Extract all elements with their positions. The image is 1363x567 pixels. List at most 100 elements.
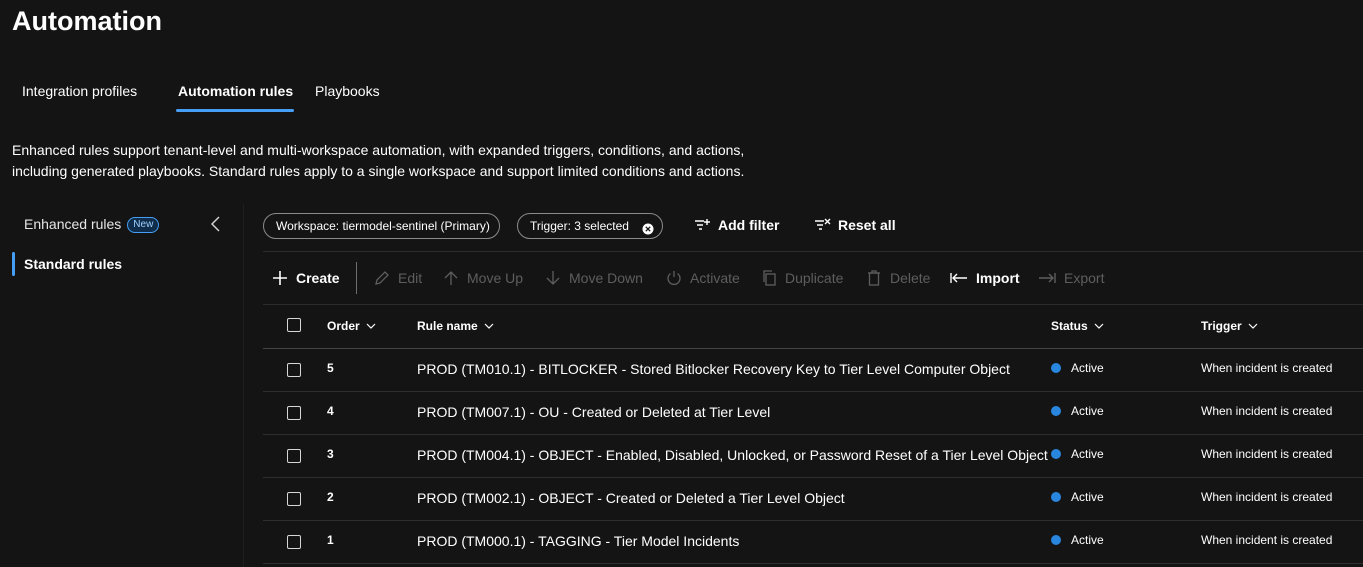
row-rule-name[interactable]: PROD (TM000.1) - TAGGING - Tier Model In…: [417, 533, 739, 549]
row-rule-name[interactable]: PROD (TM002.1) - OBJECT - Created or Del…: [417, 490, 845, 506]
arrow-right-bar-icon: [1039, 273, 1056, 283]
table-header: Order Rule name Status Trigger: [263, 305, 1363, 349]
page-description: Enhanced rules support tenant-level and …: [12, 140, 772, 182]
table-row[interactable]: 4 PROD (TM007.1) - OU - Created or Delet…: [263, 391, 1363, 435]
clear-filter-icon[interactable]: [642, 219, 654, 235]
arrow-up-icon: [444, 271, 458, 285]
table-row[interactable]: 3 PROD (TM004.1) - OBJECT - Enabled, Dis…: [263, 434, 1363, 478]
column-label: Trigger: [1201, 319, 1242, 333]
status-active-dot: [1051, 449, 1061, 459]
create-button[interactable]: Create: [272, 268, 340, 288]
row-trigger: When incident is created: [1201, 533, 1333, 547]
column-header-trigger[interactable]: Trigger: [1201, 319, 1258, 333]
row-rule-name[interactable]: PROD (TM007.1) - OU - Created or Deleted…: [417, 404, 770, 420]
row-trigger: When incident is created: [1201, 490, 1333, 504]
nav-divider: [243, 204, 244, 567]
status-active-dot: [1051, 406, 1061, 416]
delete-button[interactable]: Delete: [866, 268, 930, 288]
chevron-down-icon: [484, 323, 494, 329]
row-order: 5: [327, 361, 334, 375]
row-checkbox[interactable]: [287, 449, 301, 463]
row-status: Active: [1051, 490, 1104, 504]
power-icon: [667, 271, 681, 285]
status-label: Active: [1071, 404, 1104, 418]
row-trigger: When incident is created: [1201, 361, 1333, 375]
workspace-filter-label: Workspace: tiermodel-sentinel (Primary): [276, 219, 490, 233]
edit-button[interactable]: Edit: [374, 268, 422, 288]
table-row[interactable]: 1 PROD (TM000.1) - TAGGING - Tier Model …: [263, 520, 1363, 564]
edit-label: Edit: [398, 270, 423, 286]
column-header-order[interactable]: Order: [327, 319, 376, 333]
chevron-down-icon: [1094, 323, 1104, 329]
workspace-filter-pill[interactable]: Workspace: tiermodel-sentinel (Primary): [263, 213, 500, 239]
row-rule-name[interactable]: PROD (TM010.1) - BITLOCKER - Stored Bitl…: [417, 361, 1010, 377]
nav-item-enhanced-rules[interactable]: Enhanced rules New: [24, 216, 160, 233]
status-label: Active: [1071, 490, 1104, 504]
import-label: Import: [976, 270, 1020, 286]
nav-selected-indicator: [12, 252, 15, 276]
nav-item-label: Enhanced rules: [24, 216, 122, 232]
status-active-dot: [1051, 363, 1061, 373]
arrow-down-icon: [546, 271, 560, 285]
status-active-dot: [1051, 492, 1061, 502]
row-checkbox[interactable]: [287, 535, 301, 549]
import-button[interactable]: Import: [950, 268, 1020, 288]
row-checkbox[interactable]: [287, 406, 301, 420]
tab-automation-rules[interactable]: Automation rules: [178, 83, 293, 99]
description-line-1: Enhanced rules support tenant-level and …: [12, 142, 745, 158]
page-title: Automation: [12, 6, 162, 36]
export-label: Export: [1064, 270, 1105, 286]
row-order: 1: [327, 533, 334, 547]
row-status: Active: [1051, 533, 1104, 547]
reset-all-button[interactable]: Reset all: [814, 217, 896, 233]
tab-integration-profiles[interactable]: Integration profiles: [22, 83, 137, 99]
create-label: Create: [296, 270, 340, 286]
move-up-button[interactable]: Move Up: [443, 268, 523, 288]
row-checkbox[interactable]: [287, 492, 301, 506]
tab-playbooks[interactable]: Playbooks: [315, 83, 380, 99]
filter-divider: [263, 251, 1363, 252]
toolbar-separator: [356, 262, 357, 294]
add-filter-label: Add filter: [718, 217, 780, 233]
rules-nav: Enhanced rules New Standard rules: [0, 204, 244, 567]
table-row[interactable]: 2 PROD (TM002.1) - OBJECT - Created or D…: [263, 477, 1363, 521]
column-header-rule-name[interactable]: Rule name: [417, 319, 494, 333]
select-all-checkbox[interactable]: [287, 318, 301, 332]
add-filter-button[interactable]: Add filter: [694, 217, 779, 233]
delete-label: Delete: [890, 270, 931, 286]
add-filter-icon: [695, 219, 710, 230]
copy-icon: [763, 270, 776, 286]
move-down-button[interactable]: Move Down: [545, 268, 643, 288]
row-status: Active: [1051, 447, 1104, 461]
move-up-label: Move Up: [467, 270, 524, 286]
plus-icon: [273, 271, 287, 285]
row-rule-name[interactable]: PROD (TM004.1) - OBJECT - Enabled, Disab…: [417, 447, 1048, 463]
move-down-label: Move Down: [569, 270, 643, 286]
column-label: Status: [1051, 319, 1088, 333]
trash-icon: [868, 270, 880, 286]
status-label: Active: [1071, 361, 1104, 375]
row-checkbox[interactable]: [287, 363, 301, 377]
activate-button[interactable]: Activate: [666, 268, 740, 288]
chevron-down-icon: [366, 323, 376, 329]
duplicate-button[interactable]: Duplicate: [761, 268, 843, 288]
active-tab-indicator: [176, 109, 294, 112]
description-line-2: including generated playbooks. Standard …: [12, 163, 745, 179]
trigger-filter-pill[interactable]: Trigger: 3 selected: [517, 213, 663, 239]
row-order: 2: [327, 490, 334, 504]
column-label: Rule name: [417, 319, 478, 333]
table-row[interactable]: 5 PROD (TM010.1) - BITLOCKER - Stored Bi…: [263, 348, 1363, 392]
nav-item-standard-rules[interactable]: Standard rules: [24, 256, 122, 272]
pencil-icon: [375, 271, 389, 285]
row-trigger: When incident is created: [1201, 404, 1333, 418]
duplicate-label: Duplicate: [785, 270, 844, 286]
activate-label: Activate: [690, 270, 740, 286]
row-order: 4: [327, 404, 334, 418]
chevron-left-icon[interactable]: [207, 214, 225, 234]
column-header-status[interactable]: Status: [1051, 319, 1104, 333]
export-button[interactable]: Export: [1038, 268, 1104, 288]
chevron-down-icon: [1248, 323, 1258, 329]
status-active-dot: [1051, 535, 1061, 545]
reset-all-label: Reset all: [838, 217, 896, 233]
reset-filter-icon: [815, 218, 831, 230]
